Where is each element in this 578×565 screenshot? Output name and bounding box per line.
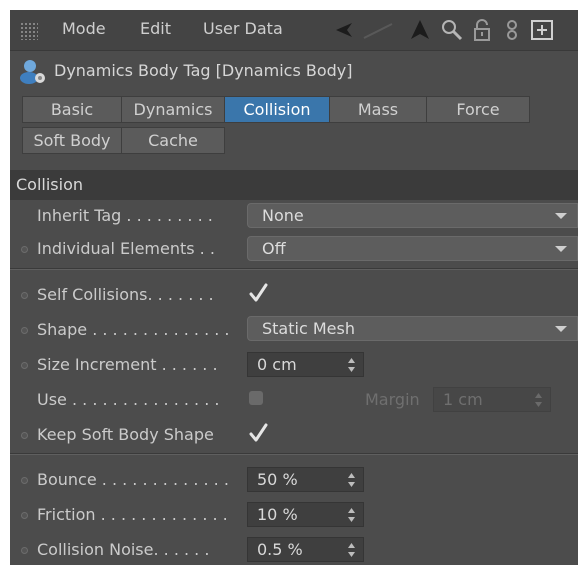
section-title: Collision — [16, 175, 84, 194]
dynamics-body-icon — [20, 60, 45, 84]
tab-dynamics[interactable]: Dynamics — [121, 96, 225, 123]
collision-noise-field[interactable]: 0.5 % — [247, 537, 364, 562]
friction-value: 10 % — [257, 505, 298, 524]
stepper-arrows-icon[interactable] — [348, 357, 355, 373]
self-collisions-checkbox[interactable] — [247, 282, 269, 304]
menubar: Mode Edit User Data — [10, 10, 578, 51]
size-increment-field[interactable]: 0 cm — [247, 352, 364, 377]
chevron-down-icon — [555, 246, 567, 252]
inherit-tag-label: Inherit Tag . . . . . . . . . — [37, 206, 213, 225]
animate-dot-icon[interactable] — [21, 512, 28, 519]
bounce-field[interactable]: 50 % — [247, 467, 364, 492]
animate-dot-icon[interactable] — [21, 547, 28, 554]
size-increment-value: 0 cm — [257, 355, 297, 374]
lock-icon[interactable] — [470, 18, 494, 42]
section-header-collision[interactable]: Collision — [10, 170, 578, 200]
pointer-arrow-icon[interactable] — [408, 18, 432, 42]
tab-collision[interactable]: Collision — [224, 96, 330, 123]
collision-noise-value: 0.5 % — [257, 540, 303, 559]
individual-elements-value: Off — [262, 239, 286, 258]
size-increment-label: Size Increment . . . . . . — [37, 355, 218, 374]
new-window-icon[interactable] — [530, 18, 556, 42]
friction-label: Friction . . . . . . . . . . . . . — [37, 505, 228, 524]
chevron-down-icon — [555, 213, 567, 219]
menu-mode[interactable]: Mode — [62, 19, 106, 38]
friction-field[interactable]: 10 % — [247, 502, 364, 527]
object-title-row: Dynamics Body Tag [Dynamics Body] — [10, 52, 578, 90]
margin-label: Margin — [365, 390, 420, 409]
chevron-down-icon — [555, 326, 567, 332]
animate-dot-icon[interactable] — [21, 327, 28, 334]
bounce-value: 50 % — [257, 470, 298, 489]
shape-dropdown[interactable]: Static Mesh — [247, 316, 578, 341]
keep-soft-body-shape-label: Keep Soft Body Shape — [37, 425, 214, 444]
link-icon[interactable] — [500, 18, 524, 42]
inherit-tag-value: None — [262, 206, 304, 225]
attributes-panel: Mode Edit User Data Dynamics Body Tag [D… — [10, 10, 578, 565]
divider — [10, 454, 578, 455]
margin-value: 1 cm — [443, 390, 483, 409]
collision-noise-label: Collision Noise. . . . . . — [37, 540, 210, 559]
stepper-arrows-icon[interactable] — [348, 542, 355, 558]
individual-elements-label: Individual Elements . . — [37, 239, 215, 258]
use-checkbox[interactable] — [249, 391, 263, 405]
margin-field[interactable]: 1 cm — [433, 387, 551, 412]
animate-dot-icon[interactable] — [21, 246, 28, 253]
animate-dot-icon[interactable] — [21, 432, 28, 439]
back-arrow-icon[interactable] — [332, 18, 356, 42]
search-icon[interactable] — [440, 18, 464, 42]
tab-force[interactable]: Force — [426, 96, 530, 123]
use-label: Use . . . . . . . . . . . . . . . — [37, 390, 220, 409]
individual-elements-dropdown[interactable]: Off — [247, 236, 578, 261]
stepper-arrows-icon[interactable] — [348, 472, 355, 488]
stepper-arrows-icon[interactable] — [535, 392, 542, 408]
animate-dot-icon[interactable] — [21, 292, 28, 299]
keep-soft-body-shape-checkbox[interactable] — [247, 422, 269, 444]
tab-soft-body[interactable]: Soft Body — [22, 127, 122, 154]
self-collisions-label: Self Collisions. . . . . . . — [37, 285, 214, 304]
tab-mass[interactable]: Mass — [329, 96, 427, 123]
grip-handle-icon[interactable] — [20, 22, 38, 40]
animate-dot-icon[interactable] — [21, 362, 28, 369]
forward-arrow-icon — [363, 23, 393, 39]
stepper-arrows-icon[interactable] — [348, 507, 355, 523]
object-title: Dynamics Body Tag [Dynamics Body] — [54, 61, 353, 80]
shape-label: Shape . . . . . . . . . . . . . . — [37, 320, 230, 339]
inherit-tag-dropdown[interactable]: None — [247, 203, 578, 228]
tab-basic[interactable]: Basic — [22, 96, 122, 123]
divider — [10, 269, 578, 270]
bounce-label: Bounce . . . . . . . . . . . . . — [37, 470, 229, 489]
tab-cache[interactable]: Cache — [121, 127, 225, 154]
animate-dot-icon[interactable] — [21, 477, 28, 484]
shape-value: Static Mesh — [262, 319, 355, 338]
menu-user-data[interactable]: User Data — [203, 19, 283, 38]
menu-edit[interactable]: Edit — [140, 19, 171, 38]
